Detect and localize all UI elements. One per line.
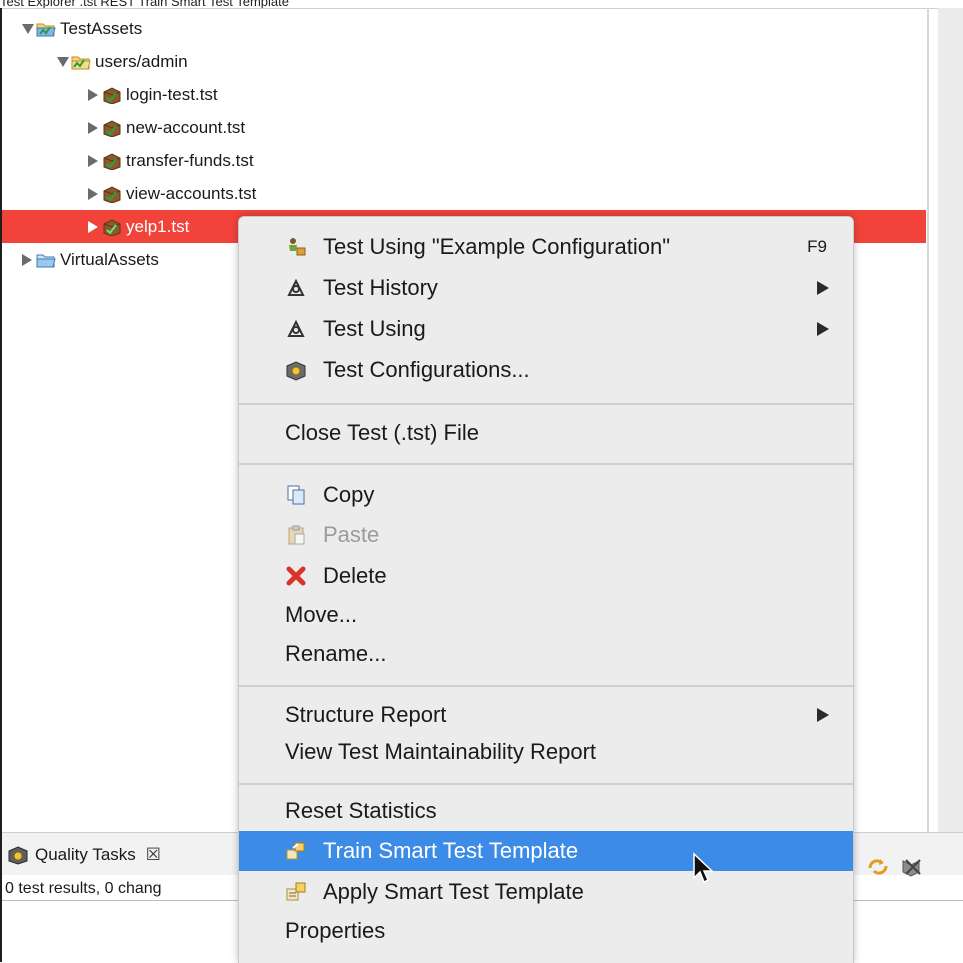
- menu-label: Delete: [323, 563, 387, 588]
- context-menu: Test Using "Example Configuration" F9 Te…: [238, 216, 854, 963]
- clear-icon[interactable]: [900, 856, 924, 878]
- test-history-icon: [287, 278, 305, 296]
- expand-toggle-icon[interactable]: [22, 253, 32, 266]
- menu-label: Move...: [285, 602, 358, 627]
- tab-label: Quality Tasks: [35, 845, 136, 864]
- status-text: 0 test results, 0 chang: [5, 880, 162, 897]
- menu-label: Test History: [323, 275, 438, 300]
- close-icon[interactable]: ☒: [146, 845, 161, 865]
- menu-label: Paste: [323, 522, 380, 547]
- shortcut-label: F9: [807, 237, 827, 256]
- tree-label: users/admin: [95, 51, 188, 71]
- view-toolbar: [866, 856, 924, 878]
- menu-item-copy[interactable]: Copy: [239, 475, 853, 515]
- test-run-icon: [289, 238, 306, 256]
- menu-item-rename[interactable]: Rename...: [239, 634, 853, 674]
- test-file-icon: [103, 86, 121, 104]
- menu-item-test-using[interactable]: Test Using: [239, 309, 853, 349]
- cursor-icon: [693, 852, 714, 884]
- menu-item-move[interactable]: Move...: [239, 595, 853, 635]
- menu-item-test-configurations[interactable]: Test Configurations...: [239, 350, 853, 390]
- expand-toggle-icon[interactable]: [88, 220, 98, 233]
- menu-separator: [239, 783, 853, 785]
- right-side-panel: [938, 8, 963, 832]
- menu-item-reset-statistics[interactable]: Reset Statistics: [239, 791, 853, 831]
- submenu-arrow-icon: [817, 322, 829, 336]
- copy-icon: [287, 485, 305, 505]
- menu-item-apply-smart-test-template[interactable]: Apply Smart Test Template: [239, 872, 853, 912]
- tree-node-users-admin[interactable]: users/admin: [2, 45, 926, 78]
- submenu-arrow-icon: [817, 281, 829, 295]
- view-divider[interactable]: [927, 8, 929, 832]
- menu-separator: [239, 463, 853, 465]
- test-file-icon: [103, 119, 121, 137]
- paste-icon: [288, 525, 305, 545]
- expand-toggle-icon[interactable]: [88, 88, 98, 101]
- menu-label: Rename...: [285, 641, 387, 666]
- tree-label: login-test.tst: [126, 84, 218, 104]
- window-caption: Test Explorer .tst REST Train Smart Test…: [0, 0, 289, 9]
- train-template-icon: [286, 842, 305, 860]
- tree-node-file[interactable]: login-test.tst: [2, 78, 926, 111]
- test-file-icon: [103, 218, 121, 236]
- test-history-icon: [287, 319, 305, 337]
- tree-node-file[interactable]: transfer-funds.tst: [2, 144, 926, 177]
- refresh-icon[interactable]: [866, 856, 890, 878]
- expand-toggle-icon[interactable]: [22, 23, 34, 34]
- frame-top-border: [0, 8, 963, 9]
- tree-label: yelp1.tst: [126, 216, 190, 236]
- menu-separator: [239, 403, 853, 405]
- menu-label: Test Using "Example Configuration": [323, 234, 671, 259]
- menu-label: Structure Report: [285, 702, 447, 727]
- menu-item-paste[interactable]: Paste: [239, 515, 853, 555]
- quality-tasks-icon: [8, 846, 28, 865]
- tree-node-file[interactable]: view-accounts.tst: [2, 177, 926, 210]
- expand-toggle-icon[interactable]: [88, 121, 98, 134]
- tree-label: transfer-funds.tst: [126, 150, 254, 170]
- tree-label: view-accounts.tst: [126, 183, 257, 203]
- menu-label: Reset Statistics: [285, 798, 437, 823]
- configurations-icon: [286, 361, 306, 381]
- test-file-icon: [103, 152, 121, 170]
- menu-separator: [239, 685, 853, 687]
- menu-item-train-smart-test-template[interactable]: Train Smart Test Template: [239, 831, 853, 871]
- folder-icon: [36, 254, 56, 267]
- folder-icon: [71, 56, 91, 69]
- menu-label: Properties: [285, 918, 386, 943]
- submenu-arrow-icon: [817, 708, 829, 722]
- menu-label: Copy: [323, 482, 375, 507]
- menu-label: Test Using: [323, 316, 426, 341]
- apply-template-icon: [286, 882, 306, 901]
- tree-label: TestAssets: [60, 18, 143, 38]
- expand-toggle-icon[interactable]: [57, 56, 69, 67]
- menu-item-structure-report[interactable]: Structure Report: [239, 695, 853, 735]
- tree-node-testassets[interactable]: TestAssets: [2, 12, 926, 45]
- delete-icon: [286, 566, 306, 586]
- expand-toggle-icon[interactable]: [88, 187, 98, 200]
- menu-label: Test Configurations...: [323, 357, 530, 382]
- menu-item-test-using-example-configuration[interactable]: Test Using "Example Configuration" F9: [239, 227, 853, 267]
- menu-item-delete[interactable]: Delete: [239, 556, 853, 596]
- test-file-icon: [103, 185, 121, 203]
- menu-label: Train Smart Test Template: [323, 838, 579, 863]
- menu-item-close-test-file[interactable]: Close Test (.tst) File: [239, 413, 853, 453]
- menu-label: Apply Smart Test Template: [323, 879, 584, 904]
- tree-label: new-account.tst: [126, 117, 246, 137]
- tree-node-file[interactable]: new-account.tst: [2, 111, 926, 144]
- menu-item-properties[interactable]: Properties: [239, 911, 853, 951]
- menu-label: View Test Maintainability Report: [285, 739, 597, 764]
- tab-quality-tasks[interactable]: Quality Tasks ☒: [7, 845, 161, 865]
- expand-toggle-icon[interactable]: [88, 154, 98, 167]
- menu-item-test-history[interactable]: Test History: [239, 268, 853, 308]
- folder-icon: [36, 23, 56, 36]
- tree-label: VirtualAssets: [60, 249, 159, 269]
- menu-label: Close Test (.tst) File: [285, 420, 479, 445]
- menu-item-view-test-maintainability-report[interactable]: View Test Maintainability Report: [239, 732, 853, 772]
